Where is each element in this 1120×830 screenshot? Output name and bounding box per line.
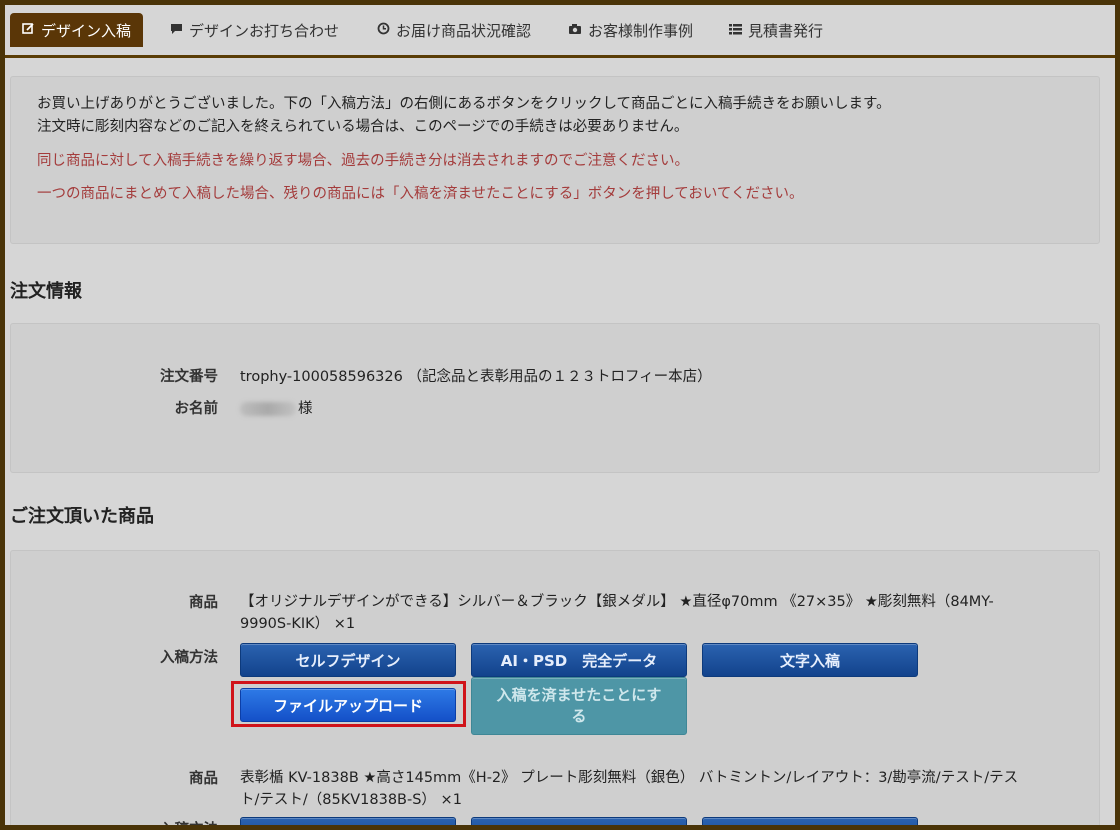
modal-overlay: [5, 5, 1115, 825]
page-frame: デザイン入稿 デザインお打ち合わせ お届け商品状況確認 お客様制作事例 見積書発…: [0, 0, 1120, 830]
